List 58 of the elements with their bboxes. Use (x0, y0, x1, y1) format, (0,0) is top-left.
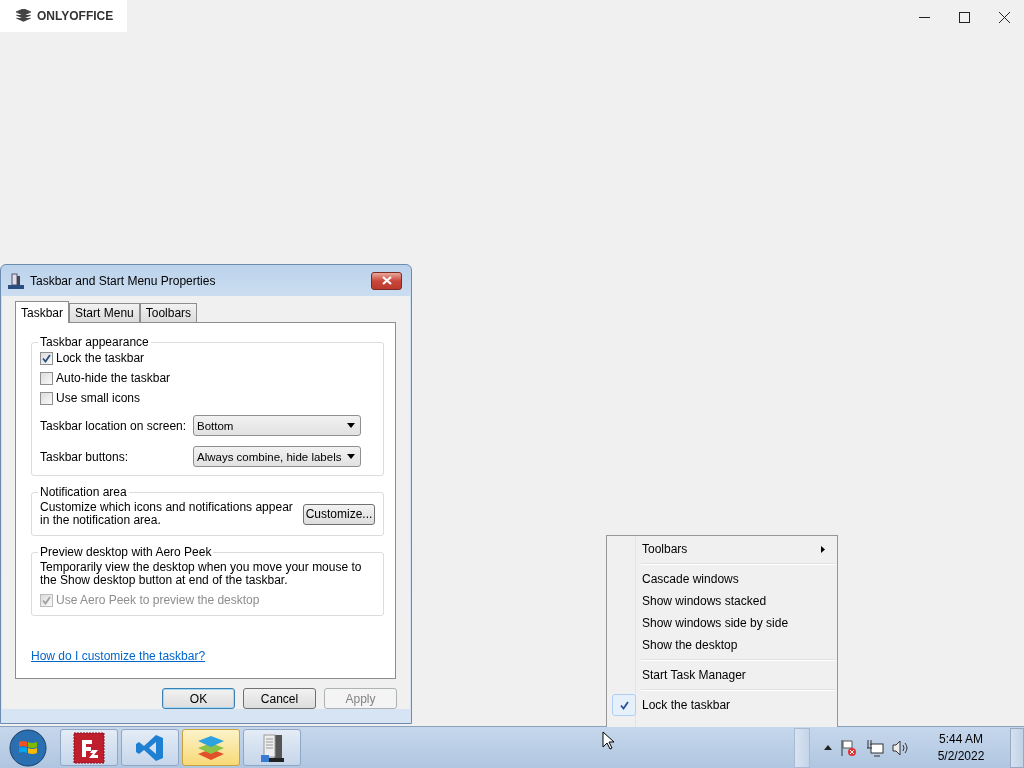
speaker-icon[interactable] (892, 738, 910, 757)
customize-button[interactable]: Customize... (303, 503, 375, 525)
checkmark-icon (42, 353, 51, 363)
app-icon (73, 731, 105, 764)
taskbar-app-button[interactable] (243, 729, 301, 766)
scroll-bar[interactable] (794, 727, 810, 768)
dialog-button[interactable]: Cancel (243, 688, 316, 709)
clock[interactable]: 5:44 AM 5/2/2022 (926, 730, 996, 765)
taskbar-app-button[interactable] (60, 729, 118, 766)
checkmark-icon (619, 700, 629, 710)
checkbox[interactable] (40, 351, 53, 365)
dropdown[interactable]: Always combine, hide labels (193, 446, 361, 467)
close-icon (998, 11, 1010, 23)
mouse-cursor (602, 731, 616, 751)
menu-item[interactable]: Lock the taskbar (609, 694, 835, 716)
time-text: 5:44 AM (939, 730, 983, 748)
start-orb-icon (9, 728, 47, 767)
tab[interactable]: Start Menu (69, 303, 140, 322)
field-label: Taskbar buttons: (40, 449, 130, 464)
group-title: Notification area (39, 485, 128, 499)
menu-item[interactable]: Show the desktop (609, 634, 835, 656)
menu-item[interactable]: Show windows stacked (609, 590, 835, 612)
menu-item[interactable]: Show windows side by side (609, 612, 835, 634)
layers-icon (16, 9, 31, 23)
network-icon[interactable] (866, 738, 884, 757)
checkbox[interactable] (40, 371, 53, 385)
field-label: Taskbar location on screen: (40, 418, 185, 433)
minimize-icon (918, 16, 930, 18)
maximize-icon (958, 11, 970, 23)
caret-icon (347, 454, 355, 459)
checkbox-label[interactable]: Auto-hide the taskbar (40, 371, 375, 385)
menu-item[interactable]: Cascade windows (609, 568, 835, 590)
submenu-arrow-icon (821, 545, 825, 553)
flag-icon[interactable] (840, 738, 858, 757)
menu-item[interactable]: Start Task Manager (609, 664, 835, 686)
app-tab[interactable]: ONLYOFFICE (0, 0, 128, 32)
window-title: Taskbar and Start Menu Properties (30, 273, 217, 288)
group-title: Taskbar appearance (39, 335, 150, 349)
description-text: Customize which icons and notifications appear in the notification area. (40, 501, 294, 527)
checkbox[interactable] (40, 391, 53, 405)
checkbox-label[interactable]: Use small icons (40, 391, 375, 405)
tab[interactable]: Taskbar (15, 301, 70, 323)
description-text: Temporarily view the desktop when you move your mouse to the Show desktop button at end of the taskbar. (40, 561, 363, 587)
checkmark-icon (42, 595, 51, 605)
dropdown[interactable]: Bottom (193, 415, 361, 436)
dialog-button[interactable]: OK (162, 688, 235, 709)
menu-item[interactable]: Toolbars (609, 538, 835, 560)
close-icon (381, 276, 392, 285)
caret-icon (347, 423, 355, 428)
tab[interactable]: Toolbars (139, 303, 198, 322)
taskbar-icon (8, 272, 24, 289)
app-name: ONLYOFFICE (37, 9, 114, 23)
checkbox-label[interactable]: Lock the taskbar (40, 351, 375, 365)
show-hidden-icons-icon[interactable] (824, 745, 832, 750)
group-title: Preview desktop with Aero Peek (39, 545, 213, 559)
date-text: 5/2/2022 (937, 747, 985, 765)
close-button[interactable] (371, 271, 402, 290)
help-link[interactable]: How do I customize the taskbar? (31, 649, 206, 663)
